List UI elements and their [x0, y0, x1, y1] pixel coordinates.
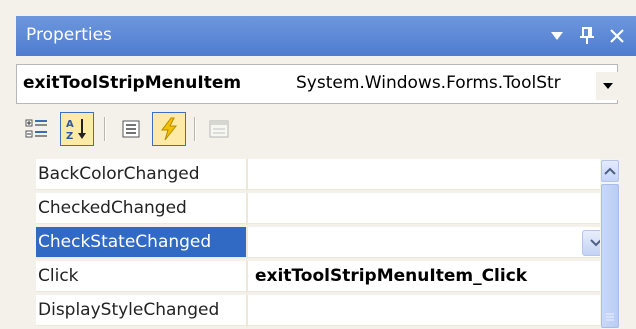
object-selector-dropdown-icon[interactable]: [596, 72, 620, 100]
grid-row-selected[interactable]: CheckStateChanged: [16, 227, 616, 259]
event-name[interactable]: Click: [36, 261, 246, 292]
properties-toolbar: A Z: [16, 108, 636, 152]
properties-icon[interactable]: [114, 112, 148, 146]
object-selector[interactable]: exitToolStripMenuItem System.Windows.For…: [16, 64, 618, 104]
scroll-up-arrow-icon[interactable]: [601, 160, 619, 182]
property-pages-icon[interactable]: [202, 112, 236, 146]
svg-text:Z: Z: [66, 131, 73, 142]
event-name[interactable]: DisplayStyleChanged: [36, 295, 246, 326]
close-icon[interactable]: [604, 24, 630, 48]
event-handler-value[interactable]: [248, 193, 616, 224]
event-name[interactable]: CheckStateChanged: [36, 227, 246, 258]
title-bar: Properties: [16, 16, 636, 56]
row-gutter: [16, 227, 36, 259]
window-title: Properties: [26, 25, 112, 45]
row-gutter: [16, 159, 36, 191]
grid-row[interactable]: CheckedChanged: [16, 193, 616, 225]
toolbar-separator: [104, 117, 105, 141]
event-name[interactable]: CheckedChanged: [36, 193, 246, 224]
categorized-icon[interactable]: [20, 112, 54, 146]
alphabetical-icon[interactable]: A Z: [60, 112, 94, 146]
svg-text:A: A: [66, 119, 74, 130]
window-menu-dropdown-icon[interactable]: [544, 24, 570, 48]
row-gutter: [16, 193, 36, 225]
object-type: System.Windows.Forms.ToolStr: [296, 73, 561, 93]
events-icon[interactable]: [152, 112, 186, 146]
event-handler-value[interactable]: [248, 227, 616, 258]
grid-row[interactable]: BackColorChanged: [16, 159, 616, 191]
event-name[interactable]: BackColorChanged: [36, 159, 246, 190]
row-gutter: [16, 261, 36, 293]
pin-icon[interactable]: [574, 24, 600, 48]
object-name: exitToolStripMenuItem: [23, 73, 242, 93]
toolbar-separator: [194, 117, 195, 141]
property-grid: BackColorChanged CheckedChanged CheckSta…: [16, 159, 616, 329]
event-handler-value[interactable]: [248, 159, 616, 190]
event-handler-value[interactable]: [248, 295, 616, 326]
scroll-thumb[interactable]: [601, 184, 619, 328]
grid-row[interactable]: DisplayStyleChanged: [16, 295, 616, 327]
event-handler-value[interactable]: exitToolStripMenuItem_Click: [248, 261, 616, 292]
properties-window: Properties exitToolStripMenuItem System.…: [0, 0, 636, 329]
row-gutter: [16, 295, 36, 327]
grid-row[interactable]: Click exitToolStripMenuItem_Click: [16, 261, 616, 293]
